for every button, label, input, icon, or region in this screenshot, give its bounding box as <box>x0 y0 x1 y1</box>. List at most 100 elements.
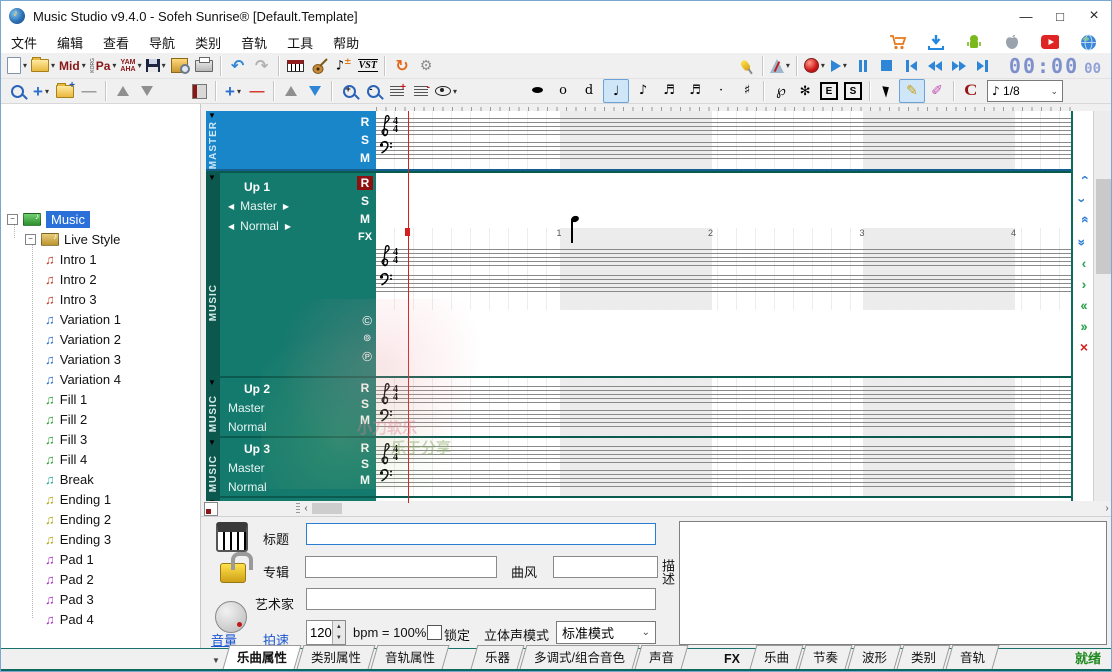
view-options-button[interactable]: ▾ <box>433 80 459 102</box>
stop-button[interactable] <box>875 55 899 77</box>
solo-toggle[interactable]: S <box>357 397 373 411</box>
playhead[interactable] <box>408 111 409 503</box>
menu-0[interactable]: 文件 <box>1 31 47 54</box>
tree-item-variation-2[interactable]: ♫ Variation 2 <box>45 330 121 348</box>
menu-3[interactable]: 导航 <box>139 31 185 54</box>
up2-track-header[interactable]: ▼ MUSIC Up 2 Master Normal R S M <box>206 376 376 436</box>
add-staff-button[interactable]: + <box>385 80 409 102</box>
tab--[interactable]: 乐曲 <box>753 645 800 669</box>
minimize-button[interactable]: — <box>1009 1 1043 31</box>
korg-import-button[interactable]: KORGPa▾ <box>88 55 119 77</box>
eighth-note-button[interactable]: ♪ <box>631 79 655 101</box>
solo-toggle[interactable]: S <box>357 457 373 471</box>
up2-staff-lane[interactable]: 44 <box>376 376 1071 436</box>
search-button[interactable] <box>5 80 29 102</box>
add-category-button[interactable]: +▾ <box>29 80 53 102</box>
scroll-left-button[interactable]: ‹ <box>300 502 312 515</box>
track-up-button[interactable] <box>279 80 303 102</box>
tree-item-break[interactable]: ♫ Break <box>45 470 94 488</box>
up2-bank-selector[interactable]: Master <box>228 401 265 415</box>
record-button[interactable]: ▾ <box>802 55 827 77</box>
tab--[interactable]: 类别 <box>900 645 947 669</box>
close-button[interactable]: × <box>1077 1 1111 31</box>
phonogram-icon[interactable]: ℗ <box>362 349 372 364</box>
menu-1[interactable]: 编辑 <box>47 31 93 54</box>
rewind-button[interactable] <box>923 55 947 77</box>
tab--[interactable]: 波形 <box>851 645 898 669</box>
tree-item-pad-1[interactable]: ♫ Pad 1 <box>45 550 94 568</box>
snap-value-select[interactable]: ♪ 1/8 ⌄ <box>987 80 1063 102</box>
menu-5[interactable]: 音轨 <box>231 31 277 54</box>
tab-fx[interactable]: FX <box>713 650 751 669</box>
pointer-tool-button[interactable] <box>875 80 899 102</box>
registered-icon[interactable]: ⊚ <box>363 333 371 344</box>
stereo-mode-select[interactable]: 标准模式 ⌄ <box>556 621 656 644</box>
print-button[interactable] <box>192 55 216 77</box>
pencil-tool-button[interactable]: ✎ <box>899 79 925 103</box>
up2-strip[interactable]: ▼ MUSIC <box>206 378 220 436</box>
sixteenth-note-button[interactable]: ♬ <box>657 79 681 101</box>
expander-music[interactable]: − <box>7 214 18 225</box>
settings-button[interactable]: ⚙ <box>414 55 438 77</box>
up1-bank-selector[interactable]: ◀Master▶ <box>228 199 303 213</box>
master-track-header[interactable]: ▼ MASTER R S M <box>206 111 376 171</box>
pedal-button[interactable]: ℘ <box>769 80 793 102</box>
microphone-button[interactable] <box>734 55 758 77</box>
master-staff-lane[interactable]: 44 <box>376 111 1071 171</box>
record-toggle[interactable]: R <box>357 115 373 129</box>
tab--[interactable]: 乐器 <box>474 645 521 669</box>
description-textarea[interactable] <box>679 521 1107 645</box>
delete-button[interactable]: × <box>1074 339 1092 354</box>
edit-mode-button[interactable]: E <box>817 80 841 102</box>
toggle-track-panel-button[interactable] <box>187 80 211 102</box>
tree-item-fill-2[interactable]: ♫ Fill 2 <box>45 410 87 428</box>
mute-toggle[interactable]: M <box>357 413 373 427</box>
longa-button[interactable] <box>525 79 549 101</box>
up3-strip[interactable]: ▼ MUSIC <box>206 438 220 496</box>
mute-toggle[interactable]: M <box>357 151 373 165</box>
tab--[interactable]: 多调式/组合音色 <box>523 645 636 669</box>
up3-staff-lane[interactable]: 44 <box>376 436 1071 496</box>
half-note-button[interactable]: d <box>577 79 601 101</box>
yamaha-import-button[interactable]: YAMAHA▾ <box>118 55 143 77</box>
new-file-button[interactable]: ▾ <box>5 55 29 77</box>
nudge-left-button[interactable]: ‹ <box>1074 255 1092 270</box>
up2-mode-selector[interactable]: Normal <box>228 420 267 434</box>
select-mode-button[interactable]: S <box>841 80 865 102</box>
tree-item-variation-4[interactable]: ♫ Variation 4 <box>45 370 121 388</box>
download-icon[interactable] <box>927 33 945 51</box>
category-up-button[interactable] <box>111 80 135 102</box>
track-down-button[interactable] <box>303 80 327 102</box>
fx-button[interactable]: FX <box>357 230 373 244</box>
tree-item-fill-3[interactable]: ♫ Fill 3 <box>45 430 87 448</box>
up3-track-header[interactable]: ▼ MUSIC Up 3 Master Normal R S M <box>206 436 376 496</box>
tree-item-intro-1[interactable]: ♫ Intro 1 <box>45 250 97 268</box>
maximize-button[interactable]: □ <box>1043 1 1077 31</box>
whole-note-button[interactable]: o <box>551 79 575 101</box>
metronome-button[interactable]: ▾ <box>768 55 792 77</box>
tree-item-ending-2[interactable]: ♫ Ending 2 <box>45 510 111 528</box>
youtube-icon[interactable] <box>1041 33 1059 51</box>
ornament-button[interactable]: ✻ <box>793 80 817 102</box>
volume-knob-icon[interactable] <box>215 601 247 633</box>
tree-item-ending-1[interactable]: ♫ Ending 1 <box>45 490 111 508</box>
page-corner-icon[interactable] <box>204 502 218 516</box>
remove-category-button[interactable]: — <box>77 80 101 102</box>
up3-bank-selector[interactable]: Master <box>228 461 265 475</box>
scroll-right-button[interactable]: › <box>1101 502 1112 515</box>
add-track-button[interactable]: +▾ <box>221 80 245 102</box>
quarter-note-button[interactable]: ♩ <box>603 79 629 103</box>
solo-toggle[interactable]: S <box>357 133 373 147</box>
cart-icon[interactable] <box>889 33 907 51</box>
sharp-button[interactable]: ♯ <box>735 79 759 101</box>
tree-item-fill-1[interactable]: ♫ Fill 1 <box>45 390 87 408</box>
fast-forward-button[interactable] <box>947 55 971 77</box>
vertical-scrollbar[interactable] <box>1093 111 1112 503</box>
tab--[interactable]: 乐曲属性 <box>226 645 298 669</box>
add-folder-button[interactable] <box>53 80 77 102</box>
undo-button[interactable]: ↶ <box>226 55 250 77</box>
move-up-button[interactable]: › <box>1076 170 1091 188</box>
mute-toggle[interactable]: M <box>357 473 373 487</box>
menu-7[interactable]: 帮助 <box>323 31 369 54</box>
play-button[interactable]: ▾ <box>827 55 851 77</box>
